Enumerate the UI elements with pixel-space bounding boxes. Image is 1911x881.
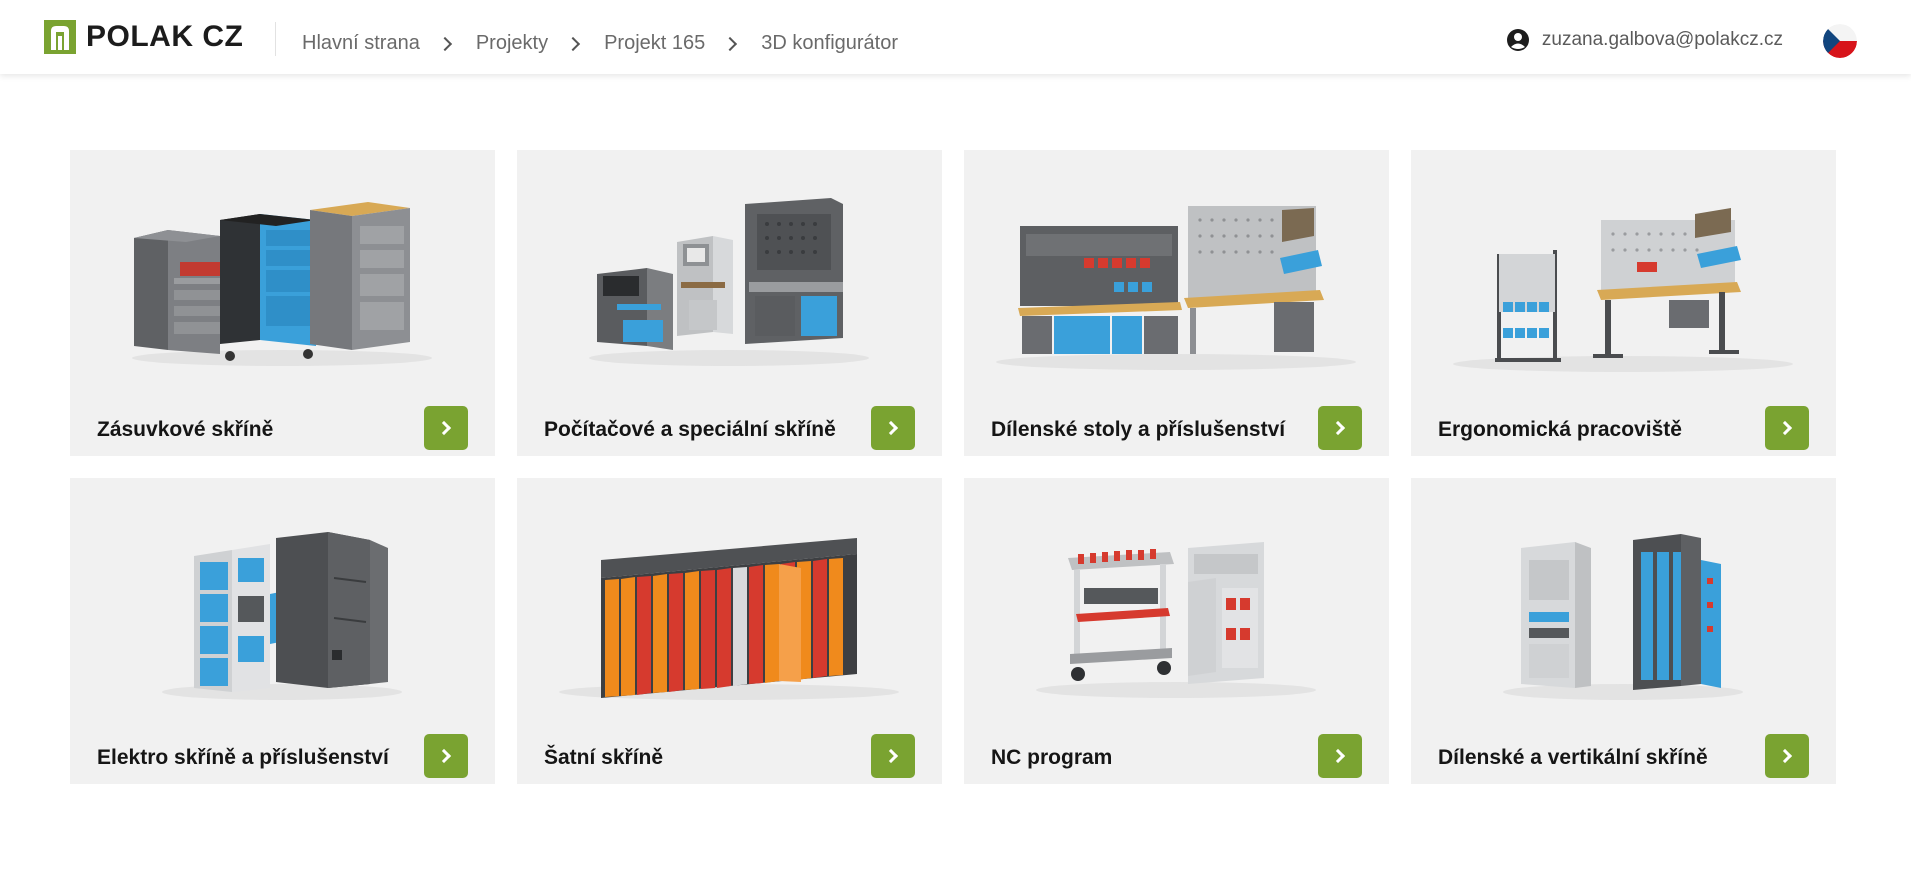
breadcrumb-projects[interactable]: Projekty: [476, 32, 548, 55]
drawer-cabinets-illustration: [132, 202, 432, 366]
chevron-right-icon: [437, 36, 452, 51]
open-category-button[interactable]: [1318, 734, 1362, 778]
top-header: POLAK CZ Hlavní strana Projekty Projekt …: [0, 0, 1911, 74]
open-category-button[interactable]: [871, 406, 915, 450]
open-category-button[interactable]: [1765, 406, 1809, 450]
vertical-cabinets-illustration: [1503, 534, 1743, 700]
category-title: Počítačové a speciální skříně: [544, 418, 836, 441]
chevron-right-icon: [436, 748, 452, 764]
chevron-right-icon: [1330, 748, 1346, 764]
user-menu[interactable]: zuzana.galbova@polakcz.cz: [1506, 28, 1783, 52]
chevron-right-icon: [1777, 748, 1793, 764]
open-category-button[interactable]: [424, 734, 468, 778]
chevron-right-icon: [883, 420, 899, 436]
polak-logo-icon: [44, 20, 76, 54]
chevron-right-icon: [723, 36, 738, 51]
polak-logo[interactable]: POLAK CZ: [44, 20, 243, 54]
locker-cabinets-illustration: [559, 538, 899, 700]
category-card-nc-program[interactable]: NC program: [964, 478, 1389, 784]
chevron-right-icon: [1777, 420, 1793, 436]
chevron-right-icon: [566, 36, 581, 51]
category-grid: Zásuvkové skříně Počítačové a speciální …: [70, 150, 1837, 784]
computer-cabinets-illustration: [589, 198, 869, 366]
workshop-tables-illustration: [996, 206, 1356, 370]
breadcrumb-home[interactable]: Hlavní strana: [302, 32, 420, 55]
category-title: Elektro skříně a příslušenství: [97, 746, 389, 769]
category-title: Šatní skříně: [544, 746, 664, 769]
category-card-vertical-cabinets[interactable]: Dílenské a vertikální skříně: [1411, 478, 1836, 784]
open-category-button[interactable]: [1318, 406, 1362, 450]
open-category-button[interactable]: [424, 406, 468, 450]
breadcrumb: Hlavní strana Projekty Projekt 165 3D ko…: [302, 32, 898, 55]
category-title: Zásuvkové skříně: [97, 418, 274, 441]
breadcrumb-project[interactable]: Projekt 165: [604, 32, 705, 55]
category-card-ergonomic-workstations[interactable]: Ergonomická pracoviště: [1411, 150, 1836, 456]
category-card-computer-cabinets[interactable]: Počítačové a speciální skříně: [517, 150, 942, 456]
electro-cabinets-illustration: [162, 532, 402, 700]
category-title: Dílenské a vertikální skříně: [1438, 746, 1708, 769]
chevron-right-icon: [1330, 420, 1346, 436]
breadcrumb-current: 3D konfigurátor: [761, 32, 899, 54]
account-circle-icon: [1506, 29, 1529, 51]
chevron-right-icon: [883, 748, 899, 764]
logo-text: POLAK CZ: [86, 20, 244, 53]
open-category-button[interactable]: [871, 734, 915, 778]
category-card-drawer-cabinets[interactable]: Zásuvkové skříně: [70, 150, 495, 456]
chevron-right-icon: [436, 420, 452, 436]
czech-flag-icon[interactable]: [1823, 24, 1857, 58]
ergonomic-workstations-illustration: [1453, 208, 1793, 372]
category-card-lockers[interactable]: Šatní skříně: [517, 478, 942, 784]
category-card-workshop-tables[interactable]: Dílenské stoly a příslušenství: [964, 150, 1389, 456]
category-title: Ergonomická pracoviště: [1438, 418, 1682, 441]
category-title: NC program: [991, 746, 1113, 769]
header-divider: [275, 22, 276, 56]
open-category-button[interactable]: [1765, 734, 1809, 778]
user-email: zuzana.galbova@polakcz.cz: [1541, 29, 1783, 50]
category-card-electro-cabinets[interactable]: Elektro skříně a příslušenství: [70, 478, 495, 784]
nc-program-illustration: [1036, 542, 1316, 698]
category-title: Dílenské stoly a příslušenství: [991, 418, 1286, 441]
